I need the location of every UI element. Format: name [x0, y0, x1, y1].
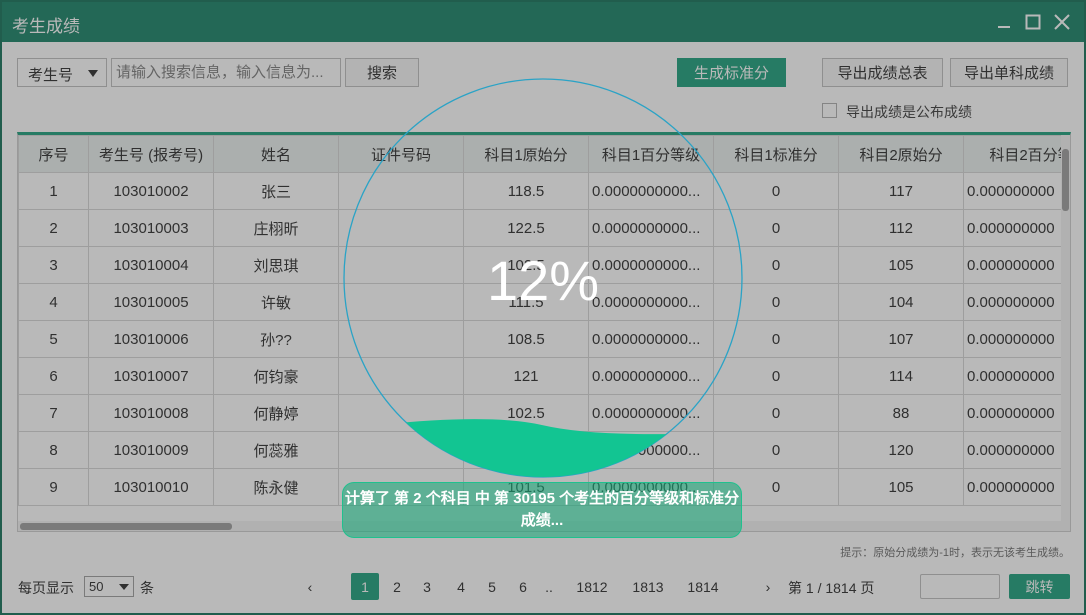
export-total-button[interactable]: 导出成绩总表 [822, 58, 943, 87]
table-cell: 103010008 [88, 394, 214, 432]
per-page-label: 每页显示 [18, 580, 74, 596]
table-cell: 0.000000000 [963, 394, 1070, 432]
table-cell: 孙?? [213, 320, 339, 358]
dropdown-caret-icon [88, 70, 98, 77]
table-cell: 何静婷 [213, 394, 339, 432]
column-header[interactable]: 考生号 (报考号) [88, 135, 214, 173]
table-cell: 103010010 [88, 468, 214, 506]
table-cell: 114 [838, 357, 964, 395]
maximize-icon[interactable] [1021, 10, 1045, 34]
page-button[interactable]: 1 [351, 573, 379, 600]
table-cell: 庄栩昕 [213, 209, 339, 247]
table-cell: 2 [18, 209, 89, 247]
table-cell: 5 [18, 320, 89, 358]
table-cell: 0.000000000 [963, 246, 1070, 284]
table-cell: 刘思琪 [213, 246, 339, 284]
table-cell: 104 [838, 283, 964, 321]
vertical-scroll-thumb[interactable] [1062, 149, 1069, 211]
table-cell: 103010004 [88, 246, 214, 284]
page-button[interactable]: 1814 [678, 573, 728, 600]
progress-message: 计算了 第 2 个科目 中 第 30195 个考生的百分等级和标准分成绩... [342, 482, 742, 538]
table-cell: 107 [838, 320, 964, 358]
table-cell: 0.000000000 [963, 431, 1070, 469]
public-score-checkbox[interactable] [822, 103, 837, 118]
table-cell: 0.000000000 [963, 283, 1070, 321]
progress-wave [344, 419, 742, 477]
table-cell: 0.000000000 [963, 320, 1070, 358]
table-cell: 117 [838, 172, 964, 210]
table-cell: 8 [18, 431, 89, 469]
score-hint: 提示：原始分成绩为-1时，表示无该考生成绩。 [840, 547, 1070, 559]
page-button[interactable]: 1813 [623, 573, 673, 600]
table-cell: 0.000000000 [963, 357, 1070, 395]
per-page-value: 50 [89, 579, 104, 594]
horizontal-scroll-thumb[interactable] [20, 523, 232, 530]
page-button[interactable]: 3 [416, 573, 438, 600]
table-cell: 0.000000000 [963, 468, 1070, 506]
dropdown-caret-icon [119, 584, 129, 590]
table-cell: 何蕊雅 [213, 431, 339, 469]
table-cell: 4 [18, 283, 89, 321]
jump-button[interactable]: 跳转 [1009, 574, 1070, 599]
table-cell: 0.000000000 [963, 172, 1070, 210]
title-bar: 考生成绩 [2, 2, 1084, 42]
public-score-label: 导出成绩是公布成绩 [846, 104, 972, 120]
table-cell: 0.000000000 [963, 209, 1070, 247]
table-cell: 103010006 [88, 320, 214, 358]
page-button[interactable]: 2 [386, 573, 408, 600]
table-cell: 88 [838, 394, 964, 432]
table-cell: 6 [18, 357, 89, 395]
page-button[interactable]: 1812 [567, 573, 617, 600]
per-page-unit: 条 [140, 580, 154, 596]
minimize-icon[interactable] [992, 10, 1016, 34]
table-cell: 1 [18, 172, 89, 210]
page-button[interactable]: 5 [481, 573, 503, 600]
pagination-bar: 每页显示 50 条 ‹ 1 2 3 4 5 6.. 1812 1813 1814 › 第 1 /… [2, 567, 1084, 607]
table-cell: 许敏 [213, 283, 339, 321]
table-cell: 张三 [213, 172, 339, 210]
close-icon[interactable] [1050, 10, 1074, 34]
prev-page-icon[interactable]: ‹ [300, 573, 320, 600]
table-cell: 105 [838, 246, 964, 284]
search-input[interactable] [111, 58, 341, 87]
search-field-select[interactable]: 考生号 [17, 58, 107, 87]
per-page-select[interactable]: 50 [84, 576, 134, 597]
search-field-value: 考生号 [28, 67, 74, 84]
page-button[interactable]: 4 [450, 573, 472, 600]
table-cell: 7 [18, 394, 89, 432]
table-cell: 103010007 [88, 357, 214, 395]
page-ellipsis: .. [545, 578, 553, 595]
table-cell: 9 [18, 468, 89, 506]
vertical-scrollbar[interactable] [1061, 135, 1070, 531]
next-page-icon[interactable]: › [758, 573, 778, 600]
table-cell: 陈永健 [213, 468, 339, 506]
table-cell: 112 [838, 209, 964, 247]
page-info: 第 1 / 1814 页 [788, 580, 875, 596]
column-header[interactable]: 科目2百分等 [963, 135, 1070, 173]
table-cell: 103010002 [88, 172, 214, 210]
page-button[interactable]: 6 [512, 573, 534, 600]
table-cell: 103010005 [88, 283, 214, 321]
table-cell: 105 [838, 468, 964, 506]
export-single-button[interactable]: 导出单科成绩 [950, 58, 1068, 87]
progress-percent: 12% [486, 249, 600, 312]
table-cell: 3 [18, 246, 89, 284]
column-header[interactable]: 科目2原始分 [838, 135, 964, 173]
table-cell: 120 [838, 431, 964, 469]
table-cell: 何钧豪 [213, 357, 339, 395]
table-cell: 103010009 [88, 431, 214, 469]
column-header[interactable]: 姓名 [213, 135, 339, 173]
column-header[interactable]: 序号 [18, 135, 89, 173]
window-title: 考生成绩 [12, 17, 80, 36]
jump-page-input[interactable] [920, 574, 1000, 599]
table-cell: 103010003 [88, 209, 214, 247]
